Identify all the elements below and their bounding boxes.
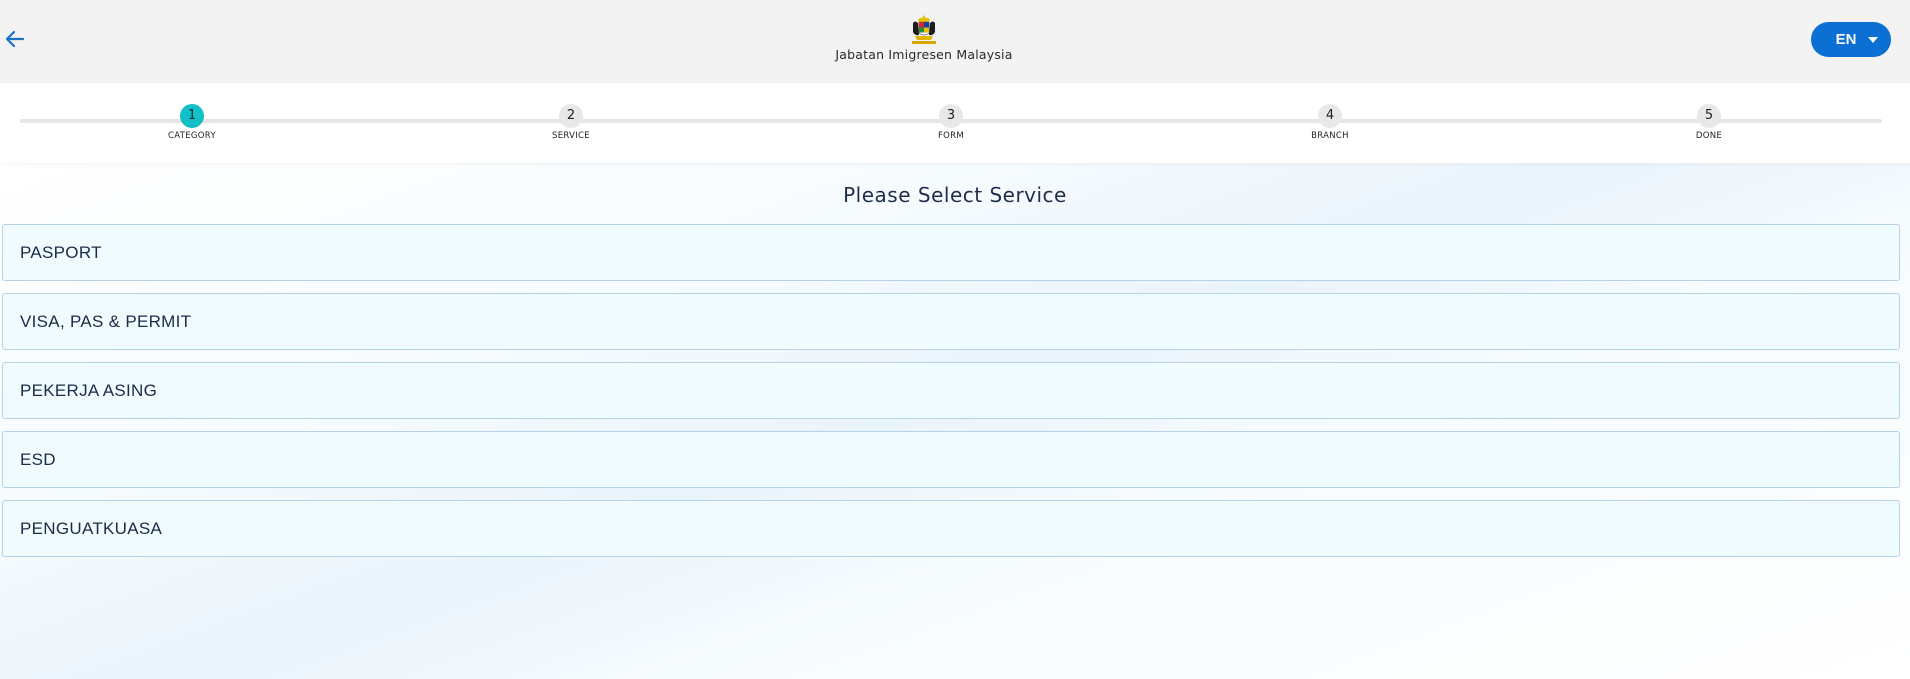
service-item-pekerja-asing[interactable]: PEKERJA ASING: [2, 362, 1900, 419]
main-content: Please Select Service PASPORT VISA, PAS …: [0, 163, 1910, 679]
service-item-visa-pas-permit[interactable]: VISA, PAS & PERMIT: [2, 293, 1900, 350]
step-form: 3 FORM: [911, 104, 991, 141]
agency-name: Jabatan Imigresen Malaysia: [835, 47, 1013, 62]
step-number: 3: [939, 104, 963, 128]
step-done: 5 DONE: [1669, 104, 1749, 141]
service-label: ESD: [20, 449, 56, 469]
step-branch: 4 BRANCH: [1290, 104, 1370, 141]
step-number: 5: [1697, 104, 1721, 128]
service-label: PEKERJA ASING: [20, 380, 158, 400]
service-label: PASPORT: [20, 242, 102, 262]
malaysia-crest-icon: [912, 15, 936, 44]
step-label: FORM: [937, 131, 965, 141]
language-selector[interactable]: EN: [1811, 22, 1891, 57]
step-service: 2 SERVICE: [531, 104, 611, 141]
agency-brand: Jabatan Imigresen Malaysia: [780, 14, 1068, 62]
arrow-left-icon: [5, 30, 25, 48]
step-number: 1: [180, 104, 204, 128]
page-title: Please Select Service: [843, 183, 1067, 207]
language-label: EN: [1835, 31, 1857, 48]
step-label: BRANCH: [1311, 131, 1349, 141]
service-list: PASPORT VISA, PAS & PERMIT PEKERJA ASING…: [2, 224, 1900, 569]
step-label: CATEGORY: [168, 131, 216, 141]
step-category: 1 CATEGORY: [152, 104, 232, 141]
caret-down-icon: [1868, 37, 1878, 43]
step-label: SERVICE: [552, 131, 590, 141]
service-label: PENGUATKUASA: [20, 518, 163, 538]
step-label: DONE: [1695, 131, 1723, 141]
progress-stepper: 1 CATEGORY 2 SERVICE 3 FORM 4 BRANCH 5 D…: [0, 83, 1910, 163]
service-item-penguatkuasa[interactable]: PENGUATKUASA: [2, 500, 1900, 557]
step-number: 2: [559, 104, 583, 128]
step-number: 4: [1318, 104, 1342, 128]
service-item-pasport[interactable]: PASPORT: [2, 224, 1900, 281]
back-button[interactable]: [2, 26, 28, 52]
service-label: VISA, PAS & PERMIT: [20, 311, 192, 331]
app-header: Jabatan Imigresen Malaysia EN: [0, 0, 1910, 83]
service-item-esd[interactable]: ESD: [2, 431, 1900, 488]
